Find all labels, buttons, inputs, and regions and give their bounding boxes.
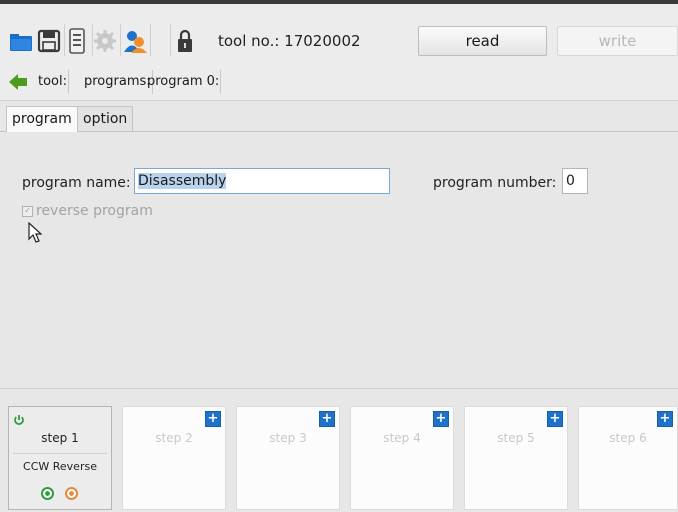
- breadcrumb: tool: programs: program 0:: [0, 64, 678, 101]
- reverse-program-checkbox[interactable]: ✓: [22, 206, 33, 217]
- step-label: step 6: [609, 431, 647, 445]
- lock-icon[interactable]: [172, 26, 198, 56]
- step-card-3[interactable]: + step 3: [236, 406, 340, 510]
- add-step-icon[interactable]: +: [319, 411, 335, 427]
- program-number-label: program number:: [433, 175, 557, 191]
- tab-bar: program option: [0, 104, 678, 132]
- breadcrumb-program-0[interactable]: program 0:: [146, 70, 222, 94]
- reverse-program-label: reverse program: [36, 203, 153, 219]
- save-icon[interactable]: [36, 26, 62, 56]
- toolbar-separator: [120, 24, 121, 56]
- read-button[interactable]: read: [418, 26, 547, 56]
- program-number-field[interactable]: 0: [562, 168, 588, 194]
- step-label: step 1: [41, 431, 79, 445]
- status-orange-icon[interactable]: [65, 487, 78, 500]
- program-name-field[interactable]: Disassembly: [134, 168, 390, 194]
- tab-program[interactable]: program: [6, 106, 78, 132]
- toolbar: tool no.: 17020002 read write: [0, 4, 678, 65]
- write-button[interactable]: write: [557, 26, 678, 56]
- step-card-2[interactable]: + step 2: [122, 406, 226, 510]
- toolbar-separator: [92, 24, 93, 56]
- back-arrow-icon[interactable]: [8, 73, 28, 91]
- steps-divider: [0, 388, 678, 389]
- tool-number-label: tool no.: 17020002: [218, 32, 361, 50]
- program-name-label: program name:: [22, 175, 131, 191]
- step-divider: [13, 453, 107, 454]
- user-icon[interactable]: [122, 26, 148, 56]
- step-label: step 2: [155, 431, 193, 445]
- program-name-value: Disassembly: [138, 173, 227, 189]
- mouse-cursor-icon: [28, 221, 43, 248]
- step-label: step 5: [497, 431, 535, 445]
- toolbar-separator: [150, 24, 151, 56]
- step-subtitle: CCW Reverse: [23, 460, 97, 473]
- status-green-icon[interactable]: [41, 487, 54, 500]
- step-card-4[interactable]: + step 4: [350, 406, 454, 510]
- power-icon[interactable]: [13, 411, 25, 425]
- add-step-icon[interactable]: +: [205, 411, 221, 427]
- add-step-icon[interactable]: +: [657, 411, 673, 427]
- step-label: step 4: [383, 431, 421, 445]
- gear-icon[interactable]: [92, 26, 118, 56]
- device-icon[interactable]: [64, 26, 90, 56]
- add-step-icon[interactable]: +: [547, 411, 563, 427]
- tab-option[interactable]: option: [77, 106, 134, 131]
- toolbar-separator: [170, 24, 171, 56]
- add-step-icon[interactable]: +: [433, 411, 449, 427]
- step-card-6[interactable]: + step 6: [578, 406, 678, 510]
- breadcrumb-tool[interactable]: tool:: [37, 70, 69, 94]
- step-card-5[interactable]: + step 5: [464, 406, 568, 510]
- toolbar-separator: [64, 24, 65, 56]
- folder-icon[interactable]: [8, 26, 34, 56]
- step-label: step 3: [269, 431, 307, 445]
- step-card-1[interactable]: step 1 CCW Reverse: [8, 406, 112, 510]
- breadcrumb-programs[interactable]: programs:: [83, 70, 153, 94]
